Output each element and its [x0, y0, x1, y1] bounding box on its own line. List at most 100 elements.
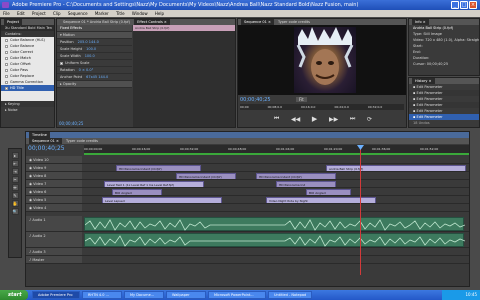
opacity-effect-row[interactable]: ▸ Opacity [57, 81, 132, 88]
checkbox[interactable] [5, 38, 8, 42]
timeline-clip[interactable]: andria Ball Strip (0.fpf) [326, 164, 466, 171]
close-button[interactable]: × [469, 1, 477, 9]
track-header[interactable]: ◉ Video 9 [26, 164, 82, 171]
taskbar-item[interactable]: RHTN 4.0 ... [82, 291, 122, 299]
track-header[interactable]: ◉ Video 6 [26, 188, 82, 195]
audio-clip[interactable] [84, 233, 466, 247]
loop-icon[interactable]: ⟳ [367, 116, 372, 123]
track-video-9: ◉ Video 9 HD Panorama Indent (Ol.fpf) an… [26, 164, 469, 172]
track-header[interactable]: ◉ Video 7 [26, 180, 82, 187]
folder-noise[interactable]: ▸ Noise [1, 107, 54, 113]
anchor-point-row[interactable]: Anchor Point 67x45 144.0 [57, 74, 132, 81]
rotation-row[interactable]: Rotation 0 × 0.0° [57, 67, 132, 74]
tab-credits[interactable]: Typer code credits [63, 138, 101, 144]
scale-width-row[interactable]: Scale Width 100.0 [57, 53, 132, 60]
track-header[interactable]: ◉ Video 10 [26, 156, 82, 163]
timeline-clip[interactable]: Level Lapsed [102, 196, 222, 203]
monitor-viewport[interactable] [238, 25, 406, 95]
checkbox[interactable] [5, 44, 8, 48]
timeline-timecode[interactable]: 00;00;40;25 [28, 145, 65, 152]
hand-tool-icon[interactable]: ✋ [11, 200, 19, 207]
track-header[interactable]: ◉ Video 8 [26, 172, 82, 179]
timeline-clip[interactable]: HD Panorama Indent (Ol.fpf) [256, 172, 336, 179]
system-tray: 10:45 [442, 290, 480, 300]
step-back-icon[interactable]: ⏮ [274, 115, 279, 123]
timeline-clip[interactable]: HD Panorama Ind [276, 180, 336, 187]
menu-project[interactable]: Project [32, 11, 46, 16]
clock[interactable]: 10:45 [465, 292, 477, 297]
checkbox[interactable] [5, 86, 8, 90]
taskbar-item[interactable]: Microsoft PowerPoint... [208, 291, 266, 299]
menu-file[interactable]: File [3, 11, 10, 16]
checkbox[interactable] [5, 62, 8, 66]
position-row[interactable]: Position 205.0 144.0 [57, 39, 132, 46]
menu-window[interactable]: Window [132, 11, 148, 16]
checkbox[interactable] [5, 68, 8, 72]
track-audio-2: ♪ Audio 2 [26, 232, 469, 248]
checkbox[interactable] [5, 80, 8, 84]
checkbox[interactable] [5, 74, 8, 78]
menu-marker[interactable]: Marker [95, 11, 109, 16]
razor-tool-icon[interactable]: ✂ [11, 176, 19, 183]
taskbar-item-premiere[interactable]: Adobe Premiere Pro [32, 291, 80, 299]
zoom-select[interactable]: Fit [296, 97, 307, 102]
effect-controls-panel: Sequence 01 * Andria Ball Strip (0.fpf) … [56, 18, 236, 128]
track-master: ♪ Master [26, 256, 469, 264]
timeline-clip[interactable]: HD Panorama Indent (Ol.fpf) [116, 164, 201, 171]
tab-sequence-01[interactable]: Sequence 01 × [29, 138, 62, 144]
uniform-scale-row[interactable]: Uniform Scale [57, 60, 132, 67]
selection-tool-icon[interactable]: ▸ [11, 152, 19, 159]
menu-clip[interactable]: Clip [53, 11, 61, 16]
taskbar-item[interactable]: Untitled - Notepad [268, 291, 312, 299]
track-header[interactable]: ◉ Video 5 [26, 196, 82, 203]
menu-sequence[interactable]: Sequence [68, 11, 88, 16]
rewind-icon[interactable]: ◀◀ [291, 116, 300, 123]
slip-tool-icon[interactable]: ⇹ [11, 184, 19, 191]
list-item-selected[interactable]: HD Title [1, 85, 54, 91]
timeline-clip[interactable]: HD Panorama Indent (Ol.fpf) [176, 172, 236, 179]
video-tracks: ◉ Video 10 ◉ Video 9 HD Panorama Indent … [26, 156, 469, 212]
menu-title[interactable]: Title [116, 11, 125, 16]
timeline-clip[interactable]: BOI Angled [112, 188, 162, 195]
monitor-ruler[interactable]: 00;00 00;08;0.0 00;16;0.0 00;24;0.0 00;3… [240, 104, 404, 110]
rolling-edit-tool-icon[interactable]: ⇥ [11, 168, 19, 175]
fast-forward-icon[interactable]: ▶▶ [329, 116, 338, 123]
track-header[interactable]: ♪ Audio 3 [26, 248, 82, 255]
effect-controls-timecode[interactable]: 00;00;40;25 [59, 121, 83, 126]
play-icon[interactable]: ▶ [312, 115, 317, 123]
timeline-clip[interactable]: BOI Angled [306, 188, 351, 195]
ripple-edit-tool-icon[interactable]: ⇤ [11, 160, 19, 167]
effect-keyframe-area[interactable]: Andria Ball Strip (0.fpf) [133, 25, 235, 127]
start-button[interactable]: start [0, 290, 28, 300]
track-header[interactable]: ♪ Master [26, 256, 82, 263]
maximize-button[interactable]: □ [460, 1, 468, 9]
menu-edit[interactable]: Edit [17, 11, 25, 16]
project-item-list: Color Balance (HLS) Color Balance Color … [1, 37, 54, 101]
monitor-timecode[interactable]: 00;00;40;25 [240, 97, 271, 103]
zoom-tool-icon[interactable]: 🔍 [11, 208, 19, 215]
track-header[interactable]: ◉ Video 4 [26, 204, 82, 211]
pen-tool-icon[interactable]: ✎ [11, 192, 19, 199]
motion-effect-row[interactable]: ▾ Motion [57, 32, 132, 39]
checkbox[interactable] [5, 50, 8, 54]
info-line: Cursor: 00;00;40;25 [413, 62, 449, 66]
work-area-bar[interactable] [84, 153, 469, 155]
taskbar-item[interactable]: My Docume... [124, 291, 164, 299]
audio-clip[interactable] [84, 217, 466, 231]
timeline-ruler[interactable]: 00;00;00;00 00;00;16;00 00;00;32;00 00;00;4… [84, 145, 469, 153]
audio-waveform [84, 235, 466, 247]
scale-height-row[interactable]: Scale Height 100.0 [57, 46, 132, 53]
menu-help[interactable]: Help [155, 11, 164, 16]
track-audio-3: ♪ Audio 3 [26, 248, 469, 256]
taskbar-item[interactable]: Wallpaper [166, 291, 206, 299]
track-header[interactable]: ♪ Audio 1 [26, 216, 82, 231]
uniform-scale-checkbox[interactable] [60, 61, 63, 65]
timeline-clip[interactable]: Level Test 1 (1x Level Ref 1 Ins Level R… [104, 180, 204, 187]
step-forward-icon[interactable]: ⏭ [350, 115, 355, 123]
track-video-10: ◉ Video 10 [26, 156, 469, 164]
minimize-button[interactable]: _ [451, 1, 459, 9]
audio-waveform [84, 219, 466, 231]
track-header[interactable]: ♪ Audio 2 [26, 232, 82, 247]
checkbox[interactable] [5, 56, 8, 60]
playhead-line[interactable] [360, 145, 361, 275]
